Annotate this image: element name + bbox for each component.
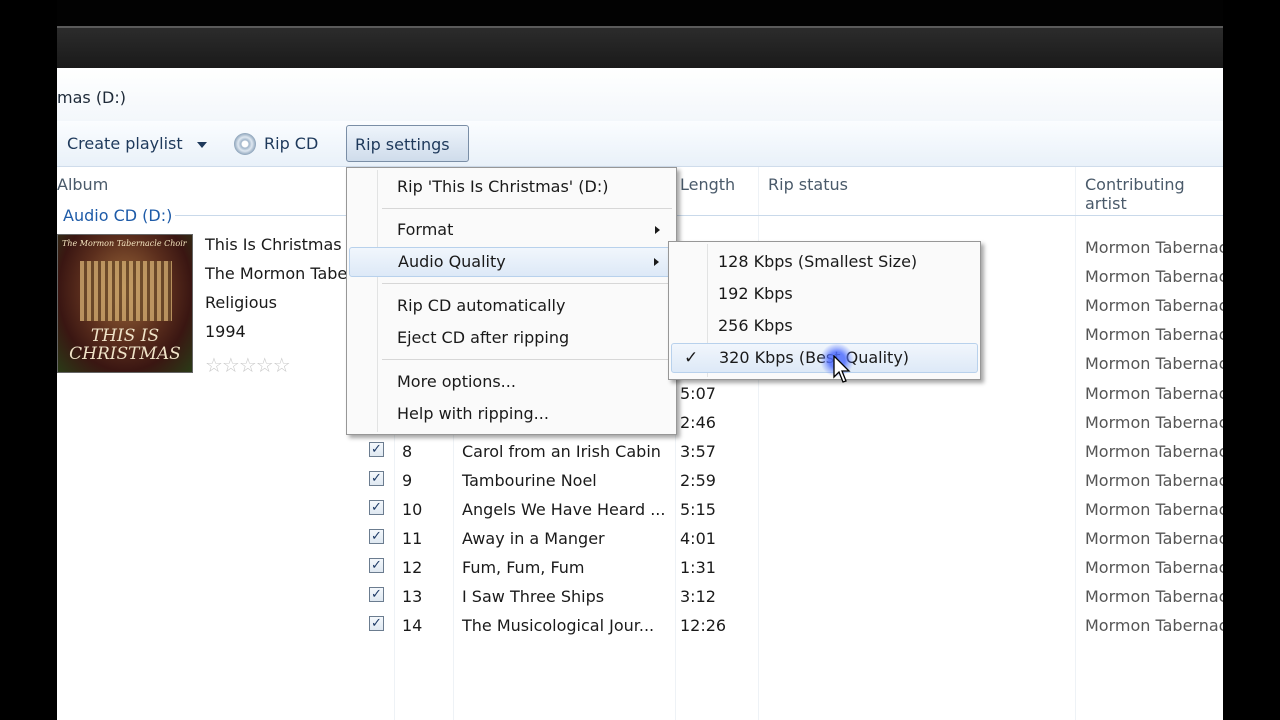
menu-item-rip-automatically[interactable]: Rip CD automatically — [349, 291, 674, 321]
menu-item-audio-quality[interactable]: Audio Quality — [349, 247, 674, 277]
track-number: 12 — [402, 558, 423, 578]
table-row[interactable]: ✓ 11 Away in a Manger 4:01 Mormon Tabernac — [57, 524, 1223, 553]
breadcrumb[interactable]: mas (D:) — [57, 88, 126, 107]
menu-item-rip-disc[interactable]: Rip 'This Is Christmas' (D:) — [349, 172, 674, 202]
track-length: 3:57 — [680, 441, 716, 461]
track-length: 5:15 — [680, 499, 716, 519]
title-bar — [57, 0, 1223, 68]
rip-settings-menu: Rip 'This Is Christmas' (D:) Format Audi… — [346, 167, 677, 435]
track-checkbox[interactable]: ✓ — [369, 441, 384, 457]
track-title: Away in a Manger — [462, 529, 605, 548]
menu-item-help-ripping-label: Help with ripping... — [397, 404, 549, 423]
track-artist: Mormon Tabernac — [1085, 499, 1223, 519]
track-checkbox[interactable]: ✓ — [369, 558, 384, 574]
track-length: 2:46 — [680, 412, 716, 432]
track-artist: Mormon Tabernac — [1085, 616, 1223, 636]
track-title: The Musicological Jour... — [462, 616, 655, 636]
cd-icon — [234, 132, 256, 155]
track-number: 10 — [402, 499, 423, 519]
track-artist: Mormon Tabernac — [1085, 267, 1223, 287]
track-artist: Mormon Tabernac — [1085, 383, 1223, 403]
table-row[interactable]: ✓ 10 Angels We Have Heard ... 5:15 Mormon Ta… — [57, 495, 1223, 524]
track-length: 5:07 — [680, 383, 716, 403]
track-artist: Mormon Tabernac — [1085, 441, 1223, 461]
quality-option-192[interactable]: 192 Kbps — [671, 279, 978, 309]
menu-item-audio-quality-label: Audio Quality — [398, 252, 506, 271]
rip-cd-label: Rip CD — [264, 134, 319, 153]
track-number: 14 — [402, 616, 423, 636]
track-title: Carol from an Irish Cabin — [462, 441, 661, 461]
table-row[interactable]: ✓ 12 Fum, Fum, Fum 1:31 Mormon Tabernac — [57, 553, 1223, 582]
menu-item-more-options[interactable]: More options... — [349, 367, 674, 397]
track-number: 11 — [402, 529, 423, 548]
menu-item-rip-disc-label: Rip 'This Is Christmas' (D:) — [397, 177, 609, 196]
group-header[interactable]: Audio CD (D:) — [63, 206, 172, 225]
quality-option-192-label: 192 Kbps — [718, 284, 793, 303]
track-title: Angels We Have Heard ... — [462, 499, 666, 519]
track-length: 4:01 — [680, 529, 716, 548]
track-artist: Mormon Tabernac — [1085, 558, 1223, 578]
quality-option-256[interactable]: 256 Kbps — [671, 311, 978, 341]
track-checkbox[interactable]: ✓ — [369, 616, 384, 632]
table-row[interactable]: ✓ 14 The Musicological Jour... 12:26 Mormon … — [57, 611, 1223, 640]
menu-item-rip-automatically-label: Rip CD automatically — [397, 296, 566, 315]
track-artist: Mormon Tabernac — [1085, 296, 1223, 316]
rip-settings-button[interactable]: Rip settings — [346, 125, 469, 186]
track-artist: Mormon Tabernac — [1085, 587, 1223, 607]
track-checkbox[interactable]: ✓ — [369, 587, 384, 603]
quality-option-256-label: 256 Kbps — [718, 316, 793, 335]
column-header-rip-status[interactable]: Rip status — [768, 175, 848, 194]
menu-item-format[interactable]: Format — [349, 215, 674, 245]
mouse-pointer-icon — [833, 355, 851, 383]
create-playlist-label: Create playlist — [67, 134, 183, 153]
address-bar[interactable]: mas (D:) — [57, 68, 1223, 122]
menu-item-more-options-label: More options... — [397, 372, 516, 391]
track-title: I Saw Three Ships — [462, 587, 605, 607]
table-row[interactable]: ✓ 13 I Saw Three Ships 3:12 Mormon Tabernac — [57, 582, 1223, 611]
track-length: 1:31 — [680, 558, 716, 578]
track-artist: Mormon Tabernac — [1085, 354, 1223, 374]
track-checkbox[interactable]: ✓ — [369, 470, 384, 486]
toolbar: Create playlist Rip CD Rip settings — [57, 121, 1223, 186]
track-length: 12:26 — [680, 616, 727, 636]
menu-item-eject-after-ripping-label: Eject CD after ripping — [397, 328, 570, 347]
quality-option-128[interactable]: 128 Kbps (Smallest Size) — [671, 247, 978, 277]
chevron-right-icon — [654, 258, 659, 266]
rip-cd-button[interactable]: Rip CD — [234, 121, 318, 166]
chevron-right-icon — [655, 226, 660, 234]
table-row[interactable]: ✓ 8 Carol from an Irish Cabin 3:57 Mormon Ta… — [57, 437, 1223, 466]
column-header-album[interactable]: Album — [57, 175, 108, 194]
rip-settings-label: Rip settings — [355, 135, 450, 154]
track-length: 3:12 — [680, 587, 716, 607]
track-title: Fum, Fum, Fum — [462, 558, 585, 578]
track-artist: Mormon Tabernac — [1085, 238, 1223, 257]
track-artist: Mormon Tabernac — [1085, 412, 1223, 432]
track-number: 13 — [402, 587, 423, 607]
menu-item-help-ripping[interactable]: Help with ripping... — [349, 399, 674, 429]
track-checkbox[interactable]: ✓ — [369, 529, 384, 544]
create-playlist-button[interactable]: Create playlist — [67, 121, 207, 166]
track-artist: Mormon Tabernac — [1085, 529, 1223, 548]
checkmark-icon: ✓ — [684, 348, 699, 368]
table-row[interactable]: ✓ 9 Tambourine Noel 2:59 Mormon Tabernac — [57, 466, 1223, 495]
track-artist: Mormon Tabernac — [1085, 325, 1223, 345]
menu-item-eject-after-ripping[interactable]: Eject CD after ripping — [349, 323, 674, 353]
menu-item-format-label: Format — [397, 220, 454, 239]
track-length: 2:59 — [680, 470, 716, 490]
track-title: Tambourine Noel — [462, 470, 597, 490]
quality-option-128-label: 128 Kbps (Smallest Size) — [718, 252, 918, 271]
column-header-length[interactable]: Length — [680, 175, 735, 194]
quality-option-320-label: 320 Kbps (Best Quality) — [719, 348, 910, 367]
track-number: 9 — [402, 470, 413, 490]
column-header-contributing-artist[interactable]: Contributing artist — [1085, 175, 1223, 213]
track-artist: Mormon Tabernac — [1085, 470, 1223, 490]
track-checkbox[interactable]: ✓ — [369, 499, 384, 515]
track-number: 8 — [402, 441, 413, 461]
chevron-down-icon[interactable] — [196, 141, 207, 148]
